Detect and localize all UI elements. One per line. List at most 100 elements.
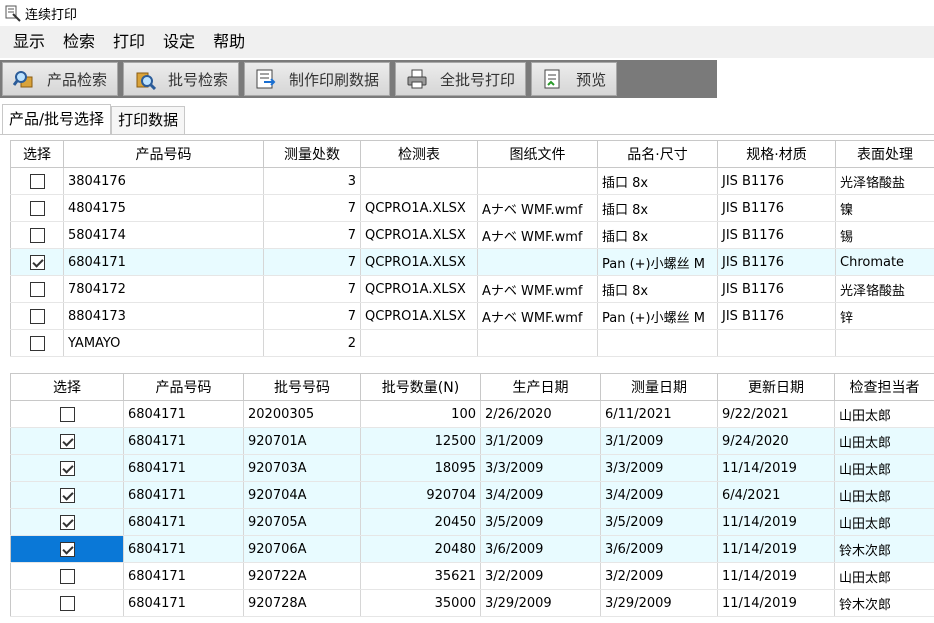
cell-count: 2 [263,329,361,357]
table-row[interactable]: 4804175 7 QCPRO1A.XLSX Aナベ WMF.wmf 插口 8x JIS … [10,194,934,222]
table-row[interactable]: 6804171 920704A 920704 3/4/2009 3/4/2009 6/4/… [10,481,934,509]
select-cell[interactable] [10,589,124,617]
column-header[interactable]: 表面处理 [835,140,934,168]
table-row[interactable]: 7804172 7 QCPRO1A.XLSX Aナベ WMF.wmf 插口 8x JIS … [10,275,934,303]
cell-product: 6804171 [123,427,244,455]
column-header[interactable]: 选择 [10,373,124,401]
table-row[interactable]: 5804174 7 QCPRO1A.XLSX Aナベ WMF.wmf 插口 8x JIS … [10,221,934,249]
select-checkbox[interactable] [59,595,75,611]
select-cell[interactable] [10,167,64,195]
table-row[interactable]: 6804171 7 QCPRO1A.XLSX Pan (+)小螺丝 M JIS B117… [10,248,934,276]
select-cell[interactable] [10,562,124,590]
select-cell[interactable] [10,275,64,303]
menu-search[interactable]: 检索 [54,26,104,58]
column-header[interactable]: 批号号码 [243,373,361,401]
cell-name: 插口 8x [597,275,718,303]
select-cell[interactable] [10,481,124,509]
table-row[interactable]: YAMAYO 2 [10,329,934,357]
select-cell[interactable] [10,508,124,536]
print-all-lots-button[interactable]: 全批号打印 [395,62,527,96]
column-header[interactable]: 规格·材质 [717,140,836,168]
column-header[interactable]: 测量处数 [263,140,361,168]
cell-finish: 锡 [835,221,934,249]
select-checkbox[interactable] [59,406,75,422]
table-row[interactable]: 6804171 920722A 35621 3/2/2009 3/2/2009 11/14… [10,562,934,590]
select-checkbox[interactable] [59,541,75,557]
cell-qty: 20450 [360,508,481,536]
cell-lot: 920703A [243,454,361,482]
select-checkbox[interactable] [59,433,75,449]
select-checkbox[interactable] [59,514,75,530]
table-row[interactable]: 6804171 20200305 100 2/26/2020 6/11/2021 9/22… [10,400,934,428]
table-row[interactable]: 6804171 920701A 12500 3/1/2009 3/1/2009 9/24/… [10,427,934,455]
select-checkbox[interactable] [29,308,45,324]
column-header[interactable]: 图纸文件 [477,140,598,168]
select-cell[interactable] [10,248,64,276]
column-header[interactable]: 测量日期 [600,373,718,401]
cell-drawing [477,167,598,195]
make-print-data-button[interactable]: 制作印刷数据 [244,62,391,96]
select-checkbox[interactable] [59,568,75,584]
table-row[interactable]: 3804176 3 插口 8x JIS B1176 光泽铬酸盐 [10,167,934,195]
menu-help[interactable]: 帮助 [204,26,254,58]
cell-spec: JIS B1176 [717,194,836,222]
select-checkbox[interactable] [29,200,45,216]
column-header[interactable]: 更新日期 [717,373,835,401]
select-cell[interactable] [10,535,124,563]
cell-made: 3/1/2009 [480,427,601,455]
cell-lot: 920705A [243,508,361,536]
tab-print-data[interactable]: 打印数据 [111,106,186,134]
select-cell[interactable] [10,194,64,222]
cell-updated: 11/14/2019 [717,535,835,563]
select-checkbox[interactable] [59,487,75,503]
select-cell[interactable] [10,454,124,482]
select-checkbox[interactable] [29,173,45,189]
table-row[interactable]: 6804171 920703A 18095 3/3/2009 3/3/2009 11/14… [10,454,934,482]
product-search-button[interactable]: 产品检索 [2,62,119,96]
cell-product: 6804171 [123,481,244,509]
column-header[interactable]: 批号数量(N) [360,373,481,401]
table-row[interactable]: 6804171 920728A 35000 3/29/2009 3/29/2009 11/… [10,589,934,617]
grid-splitter[interactable] [0,366,934,373]
column-header[interactable]: 选择 [10,140,64,168]
select-checkbox[interactable] [29,281,45,297]
select-cell[interactable] [10,427,124,455]
select-checkbox[interactable] [29,335,45,351]
preview-button[interactable]: 预览 [531,62,618,96]
cell-sheet [360,329,478,357]
menu-settings[interactable]: 设定 [154,26,204,58]
cell-finish: 光泽铬酸盐 [835,275,934,303]
cell-measured: 3/2/2009 [600,562,718,590]
column-header[interactable]: 产品号码 [63,140,264,168]
cell-made: 3/29/2009 [480,589,601,617]
select-checkbox[interactable] [59,460,75,476]
table-row[interactable]: 8804173 7 QCPRO1A.XLSX Aナベ WMF.wmf Pan (+)小螺… [10,302,934,330]
cell-finish [835,329,934,357]
select-cell[interactable] [10,400,124,428]
menu-bar: 显示 检索 打印 设定 帮助 [0,26,934,58]
cell-product: 6804171 [123,535,244,563]
select-cell[interactable] [10,302,64,330]
lot-search-button[interactable]: 批号检索 [123,62,240,96]
select-cell[interactable] [10,221,64,249]
column-header[interactable]: 生产日期 [480,373,601,401]
cell-finish: Chromate [835,248,934,276]
cell-measured: 3/4/2009 [600,481,718,509]
column-header[interactable]: 检测表 [360,140,478,168]
column-header[interactable]: 品名·尺寸 [597,140,718,168]
table-row[interactable]: 6804171 920706A 20480 3/6/2009 3/6/2009 11/14… [10,535,934,563]
menu-print[interactable]: 打印 [104,26,154,58]
menu-display[interactable]: 显示 [4,26,54,58]
select-checkbox[interactable] [29,254,45,270]
cell-drawing [477,329,598,357]
tab-product-lot-select[interactable]: 产品/批号选择 [2,104,112,134]
cell-qty: 920704 [360,481,481,509]
cell-qty: 18095 [360,454,481,482]
select-checkbox[interactable] [29,227,45,243]
cell-product: 6804171 [123,589,244,617]
table-row[interactable]: 6804171 920705A 20450 3/5/2009 3/5/2009 11/14… [10,508,934,536]
column-header[interactable]: 检查担当者 [834,373,934,401]
select-cell[interactable] [10,329,64,357]
column-header[interactable]: 产品号码 [123,373,244,401]
cell-inspector: 铃木次郎 [834,589,934,617]
